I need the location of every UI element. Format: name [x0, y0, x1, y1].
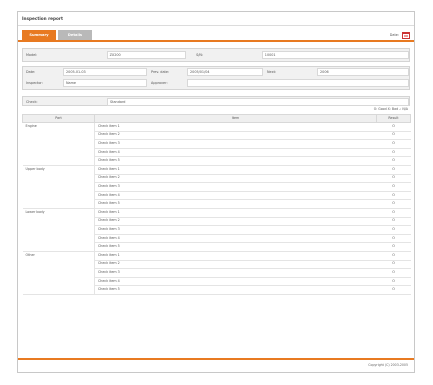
check-panel: Check: Standard: [22, 96, 410, 106]
group-label: Engine: [22, 122, 95, 166]
inspection-table: Part Item Result Engine Check item 1 O Chec…: [22, 114, 411, 295]
result-cell[interactable]: O: [376, 234, 411, 244]
prev-date-label: Prev. date:: [151, 69, 170, 74]
item-cell: Check item 4: [94, 191, 377, 201]
tab-summary[interactable]: Summary: [22, 30, 56, 40]
date-picker-label: Date:: [389, 32, 399, 37]
item-cell: Check item 5: [94, 285, 377, 295]
item-cell: Check item 4: [94, 148, 377, 158]
result-cell[interactable]: O: [376, 225, 411, 235]
table-body: Engine Check item 1 O Check item 2 O Check it…: [22, 122, 411, 295]
date-label: Date:: [26, 69, 36, 74]
result-cell[interactable]: O: [376, 285, 411, 295]
header-part: Part: [22, 114, 95, 123]
approver-label: Approver:: [151, 80, 168, 85]
result-cell[interactable]: O: [376, 156, 411, 166]
item-cell: Check item 5: [94, 242, 377, 252]
table-header-row: Part Item Result: [22, 114, 411, 123]
item-cell: Check item 2: [94, 217, 377, 227]
item-cell: Check item 3: [94, 182, 377, 192]
model-panel: Model: ZX200 S/N: 10001: [22, 48, 410, 62]
calendar-icon[interactable]: [402, 31, 410, 39]
model-row: Model: ZX200 S/N: 10001: [23, 50, 409, 60]
item-cell: Check item 5: [94, 156, 377, 166]
result-cell[interactable]: O: [376, 268, 411, 278]
tab-bar: Summary Details Date:: [18, 30, 414, 42]
serial-label: S/N:: [196, 52, 204, 57]
result-cell[interactable]: O: [376, 208, 411, 218]
footer: Copyright (C) 2003-2005: [18, 358, 414, 372]
table-row: Other Check item 1O: [22, 251, 411, 295]
model-label: Model:: [26, 52, 38, 57]
date-panel: Date: 2005-01-03 Prev. date: 2005/01/04 …: [22, 66, 410, 90]
result-cell[interactable]: O: [376, 174, 411, 184]
result-cell[interactable]: O: [376, 251, 411, 261]
report-window: Inspection report Summary Details Date: …: [17, 11, 415, 373]
item-cell: Check item 1: [94, 165, 377, 175]
item-cell: Check item 4: [94, 234, 377, 244]
item-cell: Check item 5: [94, 199, 377, 209]
group-label: Lower body: [22, 208, 95, 252]
result-cell[interactable]: O: [376, 148, 411, 158]
item-cell: Check item 1: [94, 122, 377, 132]
table-row: Engine Check item 1O: [22, 122, 411, 166]
result-cell[interactable]: O: [376, 217, 411, 227]
result-cell[interactable]: O: [376, 199, 411, 209]
next-label: Next:: [267, 69, 277, 74]
result-cell[interactable]: O: [376, 191, 411, 201]
group-label: Upper body: [22, 165, 95, 209]
result-cell[interactable]: O: [376, 131, 411, 141]
item-cell: Check item 3: [94, 268, 377, 278]
header-item: Item: [94, 114, 377, 123]
tab-details[interactable]: Details: [58, 30, 92, 40]
check-field[interactable]: Standard: [107, 98, 409, 106]
item-cell: Check item 3: [94, 139, 377, 149]
item-cell: Check item 2: [94, 260, 377, 270]
window-title: Inspection report: [18, 12, 414, 26]
inspector-label: Inspector:: [26, 80, 43, 85]
prev-date-field[interactable]: 2005/01/04: [187, 68, 263, 76]
date-row: Date: 2005-01-03 Prev. date: 2005/01/04 …: [23, 67, 409, 77]
model-field[interactable]: ZX200: [106, 51, 187, 59]
item-cell: Check item 3: [94, 225, 377, 235]
item-cell: Check item 1: [94, 208, 377, 218]
date-picker-area: Date:: [390, 30, 410, 40]
result-cell[interactable]: O: [376, 277, 411, 287]
serial-field[interactable]: 10001: [261, 51, 409, 59]
group-label: Other: [22, 251, 95, 295]
header-result: Result: [376, 114, 411, 123]
table-row: Lower body Check item 1O: [22, 208, 411, 252]
item-cell: Check item 4: [94, 277, 377, 287]
inspector-row: Inspector: Name Approver:: [23, 78, 409, 88]
result-cell[interactable]: O: [376, 182, 411, 192]
result-cell[interactable]: O: [376, 242, 411, 252]
result-cell[interactable]: O: [376, 139, 411, 149]
approver-field[interactable]: [187, 79, 409, 87]
result-cell[interactable]: O: [376, 260, 411, 270]
result-cell[interactable]: O: [376, 165, 411, 175]
copyright-text: Copyright (C) 2003-2005: [368, 363, 408, 368]
next-field[interactable]: 2006: [317, 68, 409, 76]
date-field[interactable]: 2005-01-03: [63, 68, 147, 76]
item-cell: Check item 2: [94, 174, 377, 184]
table-row: Upper body Check item 1O: [22, 165, 411, 209]
item-cell: Check item 2: [94, 131, 377, 141]
item-cell: Check item 1: [94, 251, 377, 261]
check-label: Check:: [26, 99, 38, 104]
result-cell[interactable]: O: [376, 122, 411, 132]
check-row: Check: Standard: [23, 97, 409, 107]
inspector-field[interactable]: Name: [63, 79, 147, 87]
